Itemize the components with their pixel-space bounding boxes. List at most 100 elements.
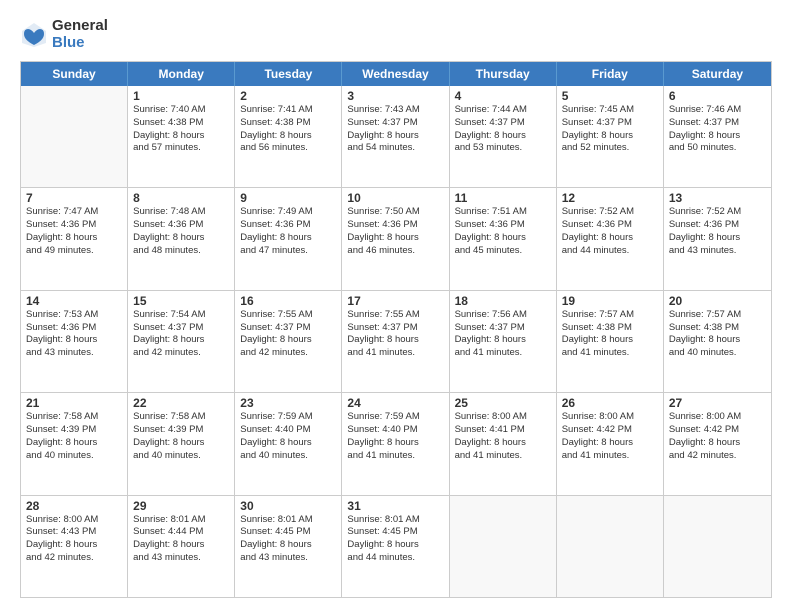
weekday-header: Tuesday: [235, 62, 342, 86]
logo-text: GeneralBlue: [52, 18, 108, 51]
calendar-row: 14Sunrise: 7:53 AM Sunset: 4:36 PM Dayli…: [21, 290, 771, 392]
day-number: 1: [133, 89, 229, 103]
day-info: Sunrise: 8:01 AM Sunset: 4:45 PM Dayligh…: [347, 514, 443, 565]
day-info: Sunrise: 7:40 AM Sunset: 4:38 PM Dayligh…: [133, 104, 229, 155]
day-number: 3: [347, 89, 443, 103]
day-number: 10: [347, 191, 443, 205]
calendar-cell: [21, 86, 128, 187]
day-info: Sunrise: 8:00 AM Sunset: 4:41 PM Dayligh…: [455, 411, 551, 462]
calendar-cell: 19Sunrise: 7:57 AM Sunset: 4:38 PM Dayli…: [557, 291, 664, 392]
day-number: 5: [562, 89, 658, 103]
day-info: Sunrise: 7:46 AM Sunset: 4:37 PM Dayligh…: [669, 104, 766, 155]
calendar-cell: 1Sunrise: 7:40 AM Sunset: 4:38 PM Daylig…: [128, 86, 235, 187]
day-info: Sunrise: 7:57 AM Sunset: 4:38 PM Dayligh…: [669, 309, 766, 360]
day-info: Sunrise: 7:59 AM Sunset: 4:40 PM Dayligh…: [240, 411, 336, 462]
calendar: SundayMondayTuesdayWednesdayThursdayFrid…: [20, 61, 772, 598]
day-info: Sunrise: 7:43 AM Sunset: 4:37 PM Dayligh…: [347, 104, 443, 155]
calendar-cell: 31Sunrise: 8:01 AM Sunset: 4:45 PM Dayli…: [342, 496, 449, 597]
calendar-header: SundayMondayTuesdayWednesdayThursdayFrid…: [21, 62, 771, 86]
calendar-cell: 3Sunrise: 7:43 AM Sunset: 4:37 PM Daylig…: [342, 86, 449, 187]
day-info: Sunrise: 7:49 AM Sunset: 4:36 PM Dayligh…: [240, 206, 336, 257]
logo: GeneralBlue: [20, 18, 108, 51]
day-info: Sunrise: 7:57 AM Sunset: 4:38 PM Dayligh…: [562, 309, 658, 360]
day-number: 6: [669, 89, 766, 103]
day-info: Sunrise: 8:00 AM Sunset: 4:42 PM Dayligh…: [669, 411, 766, 462]
day-info: Sunrise: 7:55 AM Sunset: 4:37 PM Dayligh…: [347, 309, 443, 360]
weekday-header: Friday: [557, 62, 664, 86]
header: GeneralBlue: [20, 18, 772, 51]
day-number: 8: [133, 191, 229, 205]
calendar-row: 7Sunrise: 7:47 AM Sunset: 4:36 PM Daylig…: [21, 187, 771, 289]
calendar-cell: 20Sunrise: 7:57 AM Sunset: 4:38 PM Dayli…: [664, 291, 771, 392]
calendar-cell: 18Sunrise: 7:56 AM Sunset: 4:37 PM Dayli…: [450, 291, 557, 392]
calendar-row: 1Sunrise: 7:40 AM Sunset: 4:38 PM Daylig…: [21, 86, 771, 187]
calendar-cell: 8Sunrise: 7:48 AM Sunset: 4:36 PM Daylig…: [128, 188, 235, 289]
logo-icon: [20, 21, 48, 49]
day-info: Sunrise: 7:58 AM Sunset: 4:39 PM Dayligh…: [26, 411, 122, 462]
calendar-cell: 15Sunrise: 7:54 AM Sunset: 4:37 PM Dayli…: [128, 291, 235, 392]
day-number: 24: [347, 396, 443, 410]
weekday-header: Sunday: [21, 62, 128, 86]
calendar-cell: 14Sunrise: 7:53 AM Sunset: 4:36 PM Dayli…: [21, 291, 128, 392]
calendar-cell: 28Sunrise: 8:00 AM Sunset: 4:43 PM Dayli…: [21, 496, 128, 597]
day-number: 19: [562, 294, 658, 308]
day-info: Sunrise: 7:59 AM Sunset: 4:40 PM Dayligh…: [347, 411, 443, 462]
calendar-cell: 16Sunrise: 7:55 AM Sunset: 4:37 PM Dayli…: [235, 291, 342, 392]
calendar-body: 1Sunrise: 7:40 AM Sunset: 4:38 PM Daylig…: [21, 86, 771, 597]
day-number: 9: [240, 191, 336, 205]
day-info: Sunrise: 8:00 AM Sunset: 4:42 PM Dayligh…: [562, 411, 658, 462]
weekday-header: Wednesday: [342, 62, 449, 86]
day-info: Sunrise: 7:52 AM Sunset: 4:36 PM Dayligh…: [669, 206, 766, 257]
calendar-cell: 27Sunrise: 8:00 AM Sunset: 4:42 PM Dayli…: [664, 393, 771, 494]
weekday-header: Monday: [128, 62, 235, 86]
day-number: 26: [562, 396, 658, 410]
calendar-cell: 17Sunrise: 7:55 AM Sunset: 4:37 PM Dayli…: [342, 291, 449, 392]
day-number: 31: [347, 499, 443, 513]
calendar-cell: 9Sunrise: 7:49 AM Sunset: 4:36 PM Daylig…: [235, 188, 342, 289]
day-number: 22: [133, 396, 229, 410]
calendar-cell: 6Sunrise: 7:46 AM Sunset: 4:37 PM Daylig…: [664, 86, 771, 187]
day-info: Sunrise: 7:44 AM Sunset: 4:37 PM Dayligh…: [455, 104, 551, 155]
day-number: 16: [240, 294, 336, 308]
day-number: 20: [669, 294, 766, 308]
weekday-header: Saturday: [664, 62, 771, 86]
calendar-cell: 5Sunrise: 7:45 AM Sunset: 4:37 PM Daylig…: [557, 86, 664, 187]
calendar-cell: [557, 496, 664, 597]
day-number: 27: [669, 396, 766, 410]
day-number: 15: [133, 294, 229, 308]
calendar-cell: 29Sunrise: 8:01 AM Sunset: 4:44 PM Dayli…: [128, 496, 235, 597]
day-info: Sunrise: 8:00 AM Sunset: 4:43 PM Dayligh…: [26, 514, 122, 565]
calendar-cell: 11Sunrise: 7:51 AM Sunset: 4:36 PM Dayli…: [450, 188, 557, 289]
calendar-cell: 30Sunrise: 8:01 AM Sunset: 4:45 PM Dayli…: [235, 496, 342, 597]
day-number: 4: [455, 89, 551, 103]
calendar-cell: 23Sunrise: 7:59 AM Sunset: 4:40 PM Dayli…: [235, 393, 342, 494]
calendar-row: 21Sunrise: 7:58 AM Sunset: 4:39 PM Dayli…: [21, 392, 771, 494]
calendar-cell: 22Sunrise: 7:58 AM Sunset: 4:39 PM Dayli…: [128, 393, 235, 494]
day-number: 13: [669, 191, 766, 205]
day-number: 2: [240, 89, 336, 103]
calendar-cell: [664, 496, 771, 597]
calendar-cell: 24Sunrise: 7:59 AM Sunset: 4:40 PM Dayli…: [342, 393, 449, 494]
day-number: 18: [455, 294, 551, 308]
day-info: Sunrise: 7:45 AM Sunset: 4:37 PM Dayligh…: [562, 104, 658, 155]
day-number: 12: [562, 191, 658, 205]
day-info: Sunrise: 7:55 AM Sunset: 4:37 PM Dayligh…: [240, 309, 336, 360]
calendar-cell: 4Sunrise: 7:44 AM Sunset: 4:37 PM Daylig…: [450, 86, 557, 187]
day-info: Sunrise: 7:51 AM Sunset: 4:36 PM Dayligh…: [455, 206, 551, 257]
day-number: 21: [26, 396, 122, 410]
day-number: 25: [455, 396, 551, 410]
calendar-row: 28Sunrise: 8:00 AM Sunset: 4:43 PM Dayli…: [21, 495, 771, 597]
day-number: 14: [26, 294, 122, 308]
calendar-cell: 26Sunrise: 8:00 AM Sunset: 4:42 PM Dayli…: [557, 393, 664, 494]
calendar-cell: 12Sunrise: 7:52 AM Sunset: 4:36 PM Dayli…: [557, 188, 664, 289]
day-info: Sunrise: 7:58 AM Sunset: 4:39 PM Dayligh…: [133, 411, 229, 462]
calendar-cell: 7Sunrise: 7:47 AM Sunset: 4:36 PM Daylig…: [21, 188, 128, 289]
day-number: 23: [240, 396, 336, 410]
day-info: Sunrise: 8:01 AM Sunset: 4:45 PM Dayligh…: [240, 514, 336, 565]
day-info: Sunrise: 7:48 AM Sunset: 4:36 PM Dayligh…: [133, 206, 229, 257]
day-info: Sunrise: 7:56 AM Sunset: 4:37 PM Dayligh…: [455, 309, 551, 360]
calendar-cell: 2Sunrise: 7:41 AM Sunset: 4:38 PM Daylig…: [235, 86, 342, 187]
day-info: Sunrise: 8:01 AM Sunset: 4:44 PM Dayligh…: [133, 514, 229, 565]
day-info: Sunrise: 7:54 AM Sunset: 4:37 PM Dayligh…: [133, 309, 229, 360]
calendar-cell: 21Sunrise: 7:58 AM Sunset: 4:39 PM Dayli…: [21, 393, 128, 494]
